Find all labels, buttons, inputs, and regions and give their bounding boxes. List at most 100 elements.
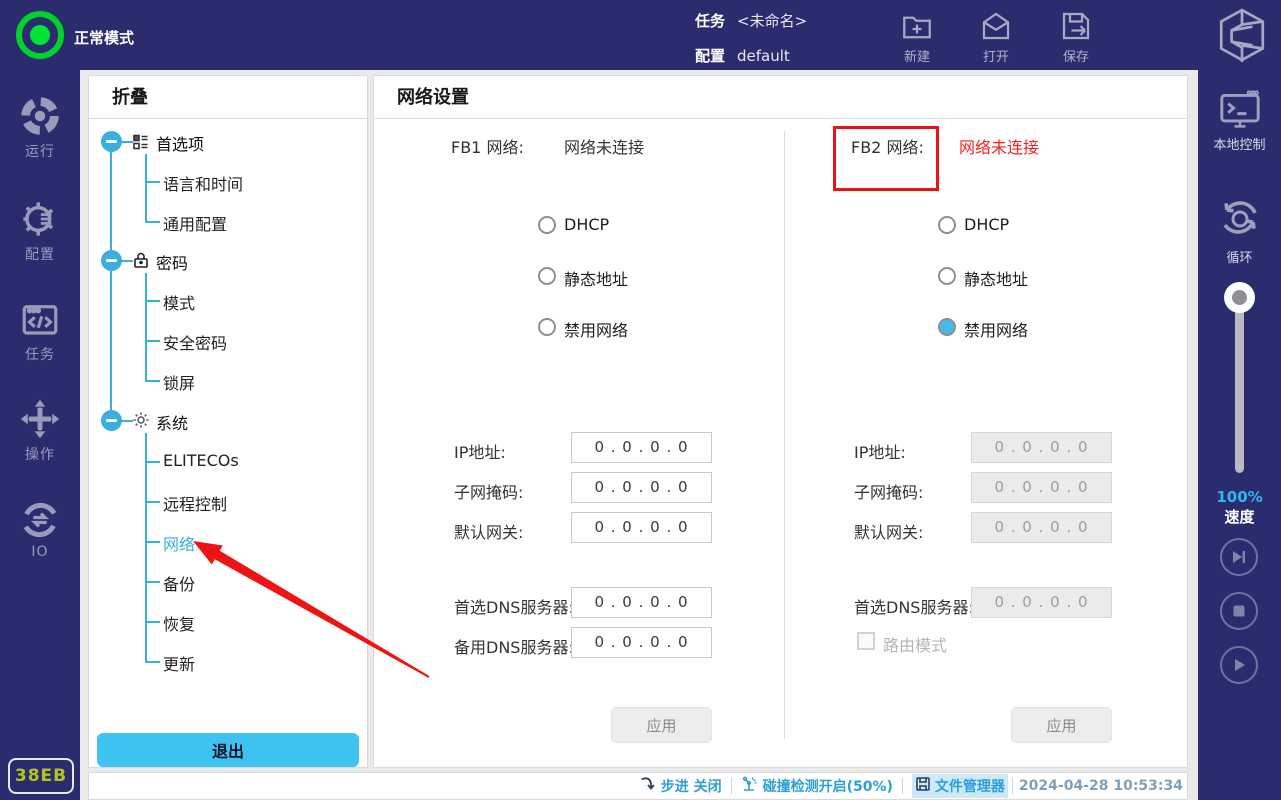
fb2-radio-dhcp[interactable]: [938, 216, 956, 234]
sidebar-item-task[interactable]: 任务: [0, 298, 80, 364]
fb1-status: 网络未连接: [564, 138, 645, 157]
new-icon: [885, 8, 949, 44]
fb1-dns2-field[interactable]: 0 . 0 . 0 . 0: [571, 627, 712, 658]
preferences-icon: [132, 133, 150, 155]
settings-tree-panel: 折叠 首选项 语言和时间 通用配置 密码 模式 安全密码 锁屏 系统 ELITE…: [88, 75, 368, 768]
fb2-name-label: FB2 网络:: [851, 138, 924, 157]
fb1-radio-dhcp-label[interactable]: DHCP: [564, 215, 609, 234]
top-bar: 正常模式 任务 <未命名> 配置 default 新建 打开 保存: [0, 0, 1281, 70]
clock-timestamp: 2024-04-28 10:53:34: [1018, 778, 1183, 794]
robot-status-icon: [16, 11, 64, 59]
tree-item-language-time[interactable]: 语言和时间: [163, 171, 243, 195]
tree-item-backup[interactable]: 备份: [163, 571, 195, 595]
gear-icon: [132, 411, 150, 433]
task-row: 任务 <未命名>: [695, 10, 807, 31]
save-task-button[interactable]: 保存: [1044, 8, 1108, 65]
fb1-dns1-field[interactable]: 0 . 0 . 0 . 0: [571, 587, 712, 618]
speed-slider-track[interactable]: [1235, 298, 1244, 473]
fb1-dns1-label: 首选DNS服务器:: [454, 598, 574, 617]
route-mode-label: 路由模式: [883, 636, 948, 655]
file-manager-label: 文件管理器: [934, 779, 1005, 795]
sidebar-item-config[interactable]: 配置: [0, 198, 80, 264]
fb2-gateway-label: 默认网关:: [854, 523, 924, 542]
skip-end-icon: [1222, 547, 1256, 567]
step-mode-status[interactable]: 步进 关闭: [640, 776, 722, 796]
sidebar-item-io[interactable]: IO: [0, 500, 80, 560]
local-control-button[interactable]: 本地控制: [1198, 90, 1281, 153]
route-mode-checkbox: [857, 632, 875, 650]
stop-button[interactable]: [1220, 592, 1258, 630]
fb1-gateway-field[interactable]: 0 . 0 . 0 . 0: [571, 512, 712, 543]
fb2-mask-field: 0 . 0 . 0 . 0: [971, 472, 1112, 503]
fb1-dns2-label: 备用DNS服务器:: [454, 638, 574, 657]
tree-item-network[interactable]: 网络: [163, 531, 195, 555]
fb2-gateway-field: 0 . 0 . 0 . 0: [971, 512, 1112, 543]
fb2-ip-field: 0 . 0 . 0 . 0: [971, 432, 1112, 463]
fb2-radio-static-label[interactable]: 静态地址: [964, 266, 1028, 290]
tree-item-general-config[interactable]: 通用配置: [163, 211, 227, 235]
speed-slider-knob[interactable]: [1224, 282, 1255, 313]
fb2-dns1-label: 首选DNS服务器:: [854, 598, 974, 617]
collision-icon: [741, 776, 759, 797]
run-icon: [0, 95, 80, 137]
sidebar-item-operate[interactable]: 操作: [0, 398, 80, 464]
open-task-button[interactable]: 打开: [964, 8, 1028, 65]
speed-label: 速度: [1224, 508, 1255, 526]
tree-node-preferences[interactable]: 首选项: [156, 131, 204, 155]
file-manager-button[interactable]: 文件管理器: [911, 774, 1008, 798]
sidebar-item-run[interactable]: 运行: [0, 95, 80, 161]
fb2-radio-disable-label[interactable]: 禁用网络: [964, 317, 1028, 341]
step-icon: [640, 776, 657, 796]
play-button[interactable]: [1220, 646, 1258, 684]
play-icon: [1222, 655, 1256, 675]
collision-label: 碰撞检测开启(50%): [762, 779, 893, 795]
exit-button[interactable]: 退出: [97, 733, 359, 767]
stop-icon: [1222, 601, 1256, 621]
new-task-button[interactable]: 新建: [885, 8, 949, 65]
tree-item-restore[interactable]: 恢复: [163, 611, 195, 635]
tree-item-elitecos[interactable]: ELITECOs: [163, 451, 239, 470]
loop-button[interactable]: 循环: [1198, 195, 1281, 266]
tree-item-mode[interactable]: 模式: [163, 290, 195, 314]
loop-icon: [1198, 195, 1281, 243]
fb2-status: 网络未连接: [959, 138, 1040, 157]
lock-icon: [132, 251, 150, 273]
open-icon: [964, 8, 1028, 44]
tree-node-password[interactable]: 密码: [156, 250, 188, 274]
fb2-apply-button[interactable]: 应用: [1011, 707, 1112, 743]
fb1-radio-static-label[interactable]: 静态地址: [564, 266, 628, 290]
config-value: default: [737, 47, 790, 65]
fb1-ip-label: IP地址:: [454, 443, 506, 462]
fb1-gateway-label: 默认网关:: [454, 523, 524, 542]
fb1-radio-dhcp[interactable]: [538, 216, 556, 234]
tree-collapse-toggle[interactable]: [101, 410, 122, 431]
tree-item-update[interactable]: 更新: [163, 651, 195, 675]
fb1-radio-static[interactable]: [538, 267, 556, 285]
fb1-mask-field[interactable]: 0 . 0 . 0 . 0: [571, 472, 712, 503]
step-forward-button[interactable]: [1220, 538, 1258, 576]
tree-collapse-toggle[interactable]: [101, 250, 122, 271]
io-icon: [0, 500, 80, 540]
network-settings-panel: 网络设置 FB1 网络: 网络未连接 DHCP 静态地址 禁用网络 IP地址: …: [373, 75, 1188, 768]
fb1-ip-field[interactable]: 0 . 0 . 0 . 0: [571, 432, 712, 463]
tree-item-safety-password[interactable]: 安全密码: [163, 330, 227, 354]
fb2-radio-dhcp-label[interactable]: DHCP: [964, 215, 1009, 234]
fb1-apply-button[interactable]: 应用: [611, 707, 712, 743]
collision-detection-status[interactable]: 碰撞检测开启(50%): [741, 776, 893, 797]
fb1-radio-disable-label[interactable]: 禁用网络: [564, 317, 628, 341]
brand-logo-icon: [1217, 8, 1267, 66]
fb2-mask-label: 子网掩码:: [854, 483, 924, 502]
fb2-radio-static[interactable]: [938, 267, 956, 285]
collapse-header[interactable]: 折叠: [89, 76, 367, 119]
tree-collapse-toggle[interactable]: [101, 131, 122, 152]
step-mode-label: 步进 关闭: [660, 779, 722, 795]
fb1-radio-disable[interactable]: [538, 318, 556, 336]
tree-item-lock-screen[interactable]: 锁屏: [163, 370, 195, 394]
task-value: <未命名>: [737, 12, 808, 30]
config-label: 配置: [695, 47, 726, 65]
tree-item-remote-control[interactable]: 远程控制: [163, 491, 227, 515]
tree-node-system[interactable]: 系统: [156, 410, 188, 434]
fb2-radio-disable[interactable]: [938, 318, 956, 336]
config-gear-icon: [0, 198, 80, 240]
tree-spine-line: [110, 142, 112, 422]
